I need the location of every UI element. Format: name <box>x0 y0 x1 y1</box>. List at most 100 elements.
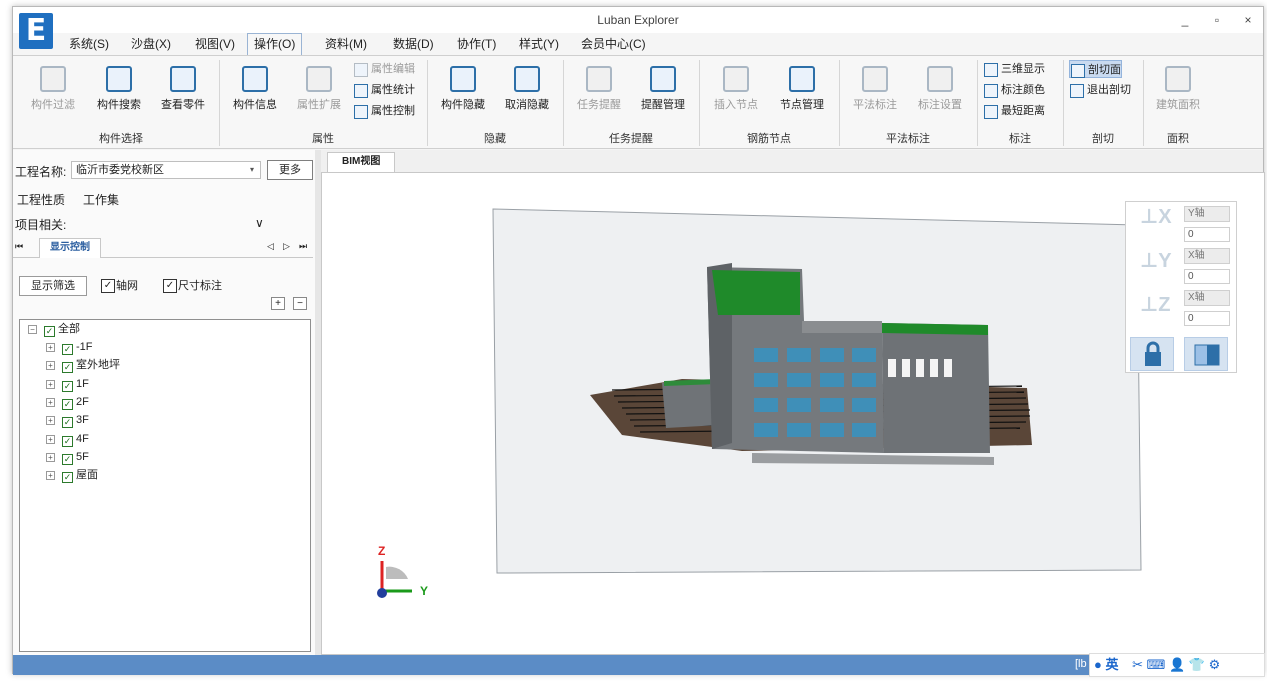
axis-value-1[interactable]: 0 <box>1184 227 1230 242</box>
menu-style[interactable]: 样式(Y) <box>519 34 559 54</box>
reminder-manage-button[interactable]: 提醒管理 <box>633 62 693 118</box>
restore-button[interactable]: ▫ <box>1206 11 1228 29</box>
window-title: Luban Explorer <box>597 13 679 27</box>
axis-grid-checkbox[interactable]: 轴网 <box>101 279 138 293</box>
menu-view[interactable]: 视图(V) <box>195 34 235 54</box>
axis-select-1[interactable]: Y轴 <box>1184 206 1230 222</box>
gear-icon <box>170 66 196 92</box>
axis-select-3[interactable]: X轴 <box>1184 290 1230 306</box>
project-select[interactable]: 临沂市委党校新区 ▾ <box>71 161 261 179</box>
tab-display-control[interactable]: 显示控制 <box>39 238 101 258</box>
menu-sandbox[interactable]: 沙盘(X) <box>131 34 171 54</box>
expand-icon[interactable]: + <box>46 435 55 444</box>
menu-system[interactable]: 系统(S) <box>69 34 109 54</box>
view-parts-button[interactable]: 查看零件 <box>153 62 213 118</box>
minimize-button[interactable]: _ <box>1174 11 1196 29</box>
tree-node-floor[interactable]: + ✓ 3F <box>46 412 89 429</box>
checkbox-checked-icon[interactable]: ✓ <box>62 362 73 373</box>
tab-project-properties[interactable]: 工程性质 <box>17 191 65 208</box>
tab-bim-view[interactable]: BIM视图 <box>327 152 396 172</box>
expand-icon[interactable]: + <box>46 416 55 425</box>
tab-workset[interactable]: 工作集 <box>83 191 119 208</box>
nav-prev-icon[interactable]: ◁ <box>267 241 274 252</box>
expand-icon[interactable]: + <box>46 471 55 480</box>
axis-select-2[interactable]: X轴 <box>1184 248 1230 264</box>
checkbox-checked-icon[interactable]: ✓ <box>62 417 73 428</box>
axis-x-icon: ⊥X <box>1140 206 1172 228</box>
section-box-button[interactable] <box>1184 337 1228 371</box>
flat-annotation-button[interactable]: 平法标注 <box>845 62 905 118</box>
tree-node-all[interactable]: − ✓ 全部 <box>28 321 80 338</box>
tree-node-floor[interactable]: + ✓ 1F <box>46 376 89 393</box>
checkbox-checked-icon[interactable]: ✓ <box>44 326 55 337</box>
section-plane-button[interactable]: 剖切面 <box>1069 60 1122 78</box>
ime-toolbar[interactable]: ● 英 ✂ ⌨ 👤 👕 ⚙ <box>1089 653 1265 677</box>
axis-y-label: Y <box>420 584 428 598</box>
menu-data[interactable]: 数据(D) <box>393 34 434 54</box>
annotation-settings-button[interactable]: 标注设置 <box>909 62 971 118</box>
nav-first-icon[interactable]: ⏮ <box>15 241 23 252</box>
expand-icon[interactable]: + <box>46 361 55 370</box>
axis-value-2[interactable]: 0 <box>1184 269 1230 284</box>
annotation-settings-icon <box>927 66 953 92</box>
tree-node-floor[interactable]: + ✓ 屋面 <box>46 467 98 484</box>
tree-node-floor[interactable]: + ✓ 4F <box>46 431 89 448</box>
shortest-distance-button[interactable]: 最短距离 <box>983 102 1045 120</box>
more-button[interactable]: 更多 <box>267 160 313 180</box>
annotation-color-dropdown[interactable]: 标注颜色 <box>983 81 1045 99</box>
expand-icon[interactable]: + <box>46 343 55 352</box>
section-box-icon <box>1194 344 1220 366</box>
expand-icon[interactable]: + <box>46 453 55 462</box>
expand-all-button[interactable]: + <box>271 297 285 310</box>
tree-node-floor[interactable]: + ✓ 5F <box>46 449 89 466</box>
insert-node-button[interactable]: 插入节点 <box>705 62 767 118</box>
filter-icon <box>40 66 66 92</box>
expand-icon[interactable]: + <box>46 398 55 407</box>
property-stats-button[interactable]: 属性统计 <box>353 81 415 99</box>
expand-icon[interactable]: + <box>46 380 55 389</box>
3d-display-dropdown[interactable]: 三维显示 <box>983 60 1045 78</box>
checkbox-checked-icon[interactable]: ✓ <box>62 399 73 410</box>
menu-resources[interactable]: 资料(M) <box>325 34 367 54</box>
dimension-checkbox[interactable]: 尺寸标注 <box>163 279 222 293</box>
rebar-gear-icon <box>789 66 815 92</box>
filter-component-button[interactable]: 构件过滤 <box>23 62 83 118</box>
tree-node-floor[interactable]: + ✓ 2F <box>46 394 89 411</box>
ime-language[interactable]: 英 <box>1105 657 1118 672</box>
property-edit-button[interactable]: 属性编辑 <box>353 60 415 78</box>
close-button[interactable]: × <box>1237 11 1259 29</box>
collapse-all-button[interactable]: − <box>293 297 307 310</box>
collapse-icon[interactable]: − <box>28 325 37 334</box>
lock-button[interactable] <box>1130 337 1174 371</box>
task-reminder-button[interactable]: 任务提醒 <box>569 62 629 118</box>
exit-section-button[interactable]: 退出剖切 <box>1069 81 1131 99</box>
info-icon <box>242 66 268 92</box>
checkbox-checked-icon[interactable]: ✓ <box>62 436 73 447</box>
hide-component-button[interactable]: 构件隐藏 <box>433 62 493 118</box>
tree-node-floor[interactable]: + ✓ 室外地坪 <box>46 357 120 374</box>
bim-viewport[interactable]: Z Y <box>321 172 1265 655</box>
checkbox-checked-icon[interactable]: ✓ <box>62 381 73 392</box>
checkbox-checked-icon[interactable]: ✓ <box>62 472 73 483</box>
menu-collab[interactable]: 协作(T) <box>457 34 496 54</box>
property-control-button[interactable]: 属性控制 <box>353 102 415 120</box>
nav-last-icon[interactable]: ⏭ <box>299 241 307 252</box>
button-label: 构件搜索 <box>97 99 141 111</box>
menu-member[interactable]: 会员中心(C) <box>581 34 646 54</box>
expand-chevron-icon[interactable]: ∨ <box>255 216 264 230</box>
node-manage-button[interactable]: 节点管理 <box>771 62 833 118</box>
component-info-button[interactable]: 构件信息 <box>225 62 285 118</box>
nav-next-icon[interactable]: ▷ <box>283 241 290 252</box>
search-component-button[interactable]: 构件搜索 <box>89 62 149 118</box>
checkbox-checked-icon[interactable]: ✓ <box>62 454 73 465</box>
checkbox-checked-icon[interactable]: ✓ <box>62 344 73 355</box>
property-extend-button[interactable]: 属性扩展 <box>289 62 349 118</box>
axis-value-3[interactable]: 0 <box>1184 311 1230 326</box>
display-filter-button[interactable]: 显示筛选 <box>19 276 87 296</box>
menu-operate[interactable]: 操作(O) <box>247 33 303 55</box>
button-label: 提醒管理 <box>641 99 685 111</box>
search-icon <box>106 66 132 92</box>
building-area-button[interactable]: 建筑面积 <box>1147 62 1209 118</box>
unhide-button[interactable]: 取消隐藏 <box>497 62 557 118</box>
tree-node-floor[interactable]: + ✓ -1F <box>46 339 93 356</box>
